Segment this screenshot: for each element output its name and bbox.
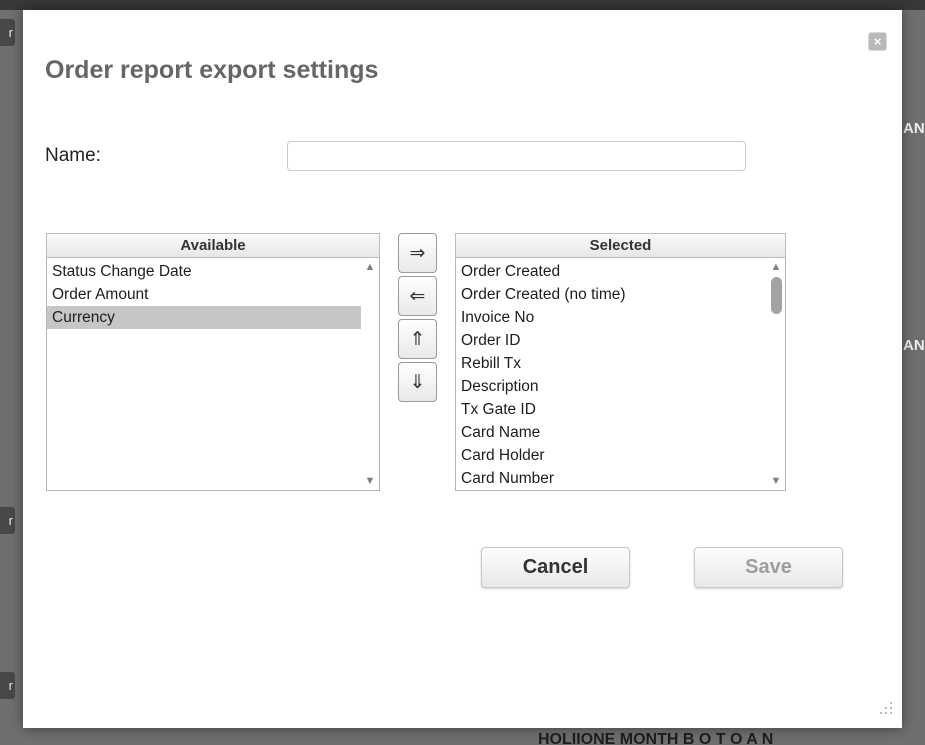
- list-item[interactable]: Card Name: [456, 421, 767, 444]
- move-up-button[interactable]: ⇑: [398, 319, 437, 359]
- selected-scrollbar[interactable]: ▲ ▼: [767, 258, 785, 490]
- list-item[interactable]: Order Created: [456, 260, 767, 283]
- list-item[interactable]: Tx Gate ID: [456, 398, 767, 421]
- list-item[interactable]: Description: [456, 375, 767, 398]
- list-item[interactable]: Order Amount: [47, 283, 361, 306]
- list-item[interactable]: Card Holder: [456, 444, 767, 467]
- background-partial-button: r: [0, 19, 15, 46]
- background-fragment: HOLIIONE MONTH B O T O A N: [538, 731, 925, 745]
- close-icon[interactable]: ×: [868, 32, 887, 51]
- background-fragment: AN: [903, 337, 925, 357]
- cancel-button[interactable]: Cancel: [481, 547, 630, 588]
- scrollbar-thumb[interactable]: [771, 277, 782, 314]
- scroll-up-icon[interactable]: ▲: [771, 261, 782, 273]
- scroll-down-icon[interactable]: ▼: [365, 475, 376, 487]
- list-item[interactable]: Order ID: [456, 329, 767, 352]
- name-input[interactable]: [287, 141, 746, 171]
- move-right-button[interactable]: ⇒: [398, 233, 437, 273]
- name-label: Name:: [45, 145, 101, 167]
- list-item[interactable]: Order Created (no time): [456, 283, 767, 306]
- move-down-button[interactable]: ⇓: [398, 362, 437, 402]
- move-left-button[interactable]: ⇐: [398, 276, 437, 316]
- export-settings-dialog: × Order report export settings Name: Ava…: [23, 10, 902, 728]
- move-buttons: ⇒ ⇐ ⇑ ⇓: [398, 233, 437, 405]
- background-partial-button: r: [0, 507, 15, 534]
- list-item[interactable]: Currency: [47, 306, 361, 329]
- available-scrollbar[interactable]: ▲ ▼: [361, 258, 379, 490]
- available-list[interactable]: Status Change DateOrder AmountCurrency: [47, 258, 361, 490]
- save-button[interactable]: Save: [694, 547, 843, 588]
- available-header: Available: [46, 233, 380, 258]
- selected-header: Selected: [455, 233, 786, 258]
- background-partial-button: r: [0, 672, 15, 699]
- background-fragment: [0, 0, 925, 10]
- selected-listbox: Selected Order CreatedOrder Created (no …: [455, 233, 786, 491]
- background-fragment: AN: [903, 120, 925, 140]
- dialog-title: Order report export settings: [45, 56, 378, 85]
- list-item[interactable]: Status Change Date: [47, 260, 361, 283]
- selected-list[interactable]: Order CreatedOrder Created (no time)Invo…: [456, 258, 767, 490]
- list-item[interactable]: Card Number: [456, 467, 767, 490]
- list-item[interactable]: Invoice No: [456, 306, 767, 329]
- resize-grip-icon[interactable]: [878, 700, 892, 714]
- scroll-down-icon[interactable]: ▼: [771, 475, 782, 487]
- list-item[interactable]: Rebill Tx: [456, 352, 767, 375]
- scroll-up-icon[interactable]: ▲: [365, 261, 376, 273]
- available-listbox: Available Status Change DateOrder Amount…: [46, 233, 380, 491]
